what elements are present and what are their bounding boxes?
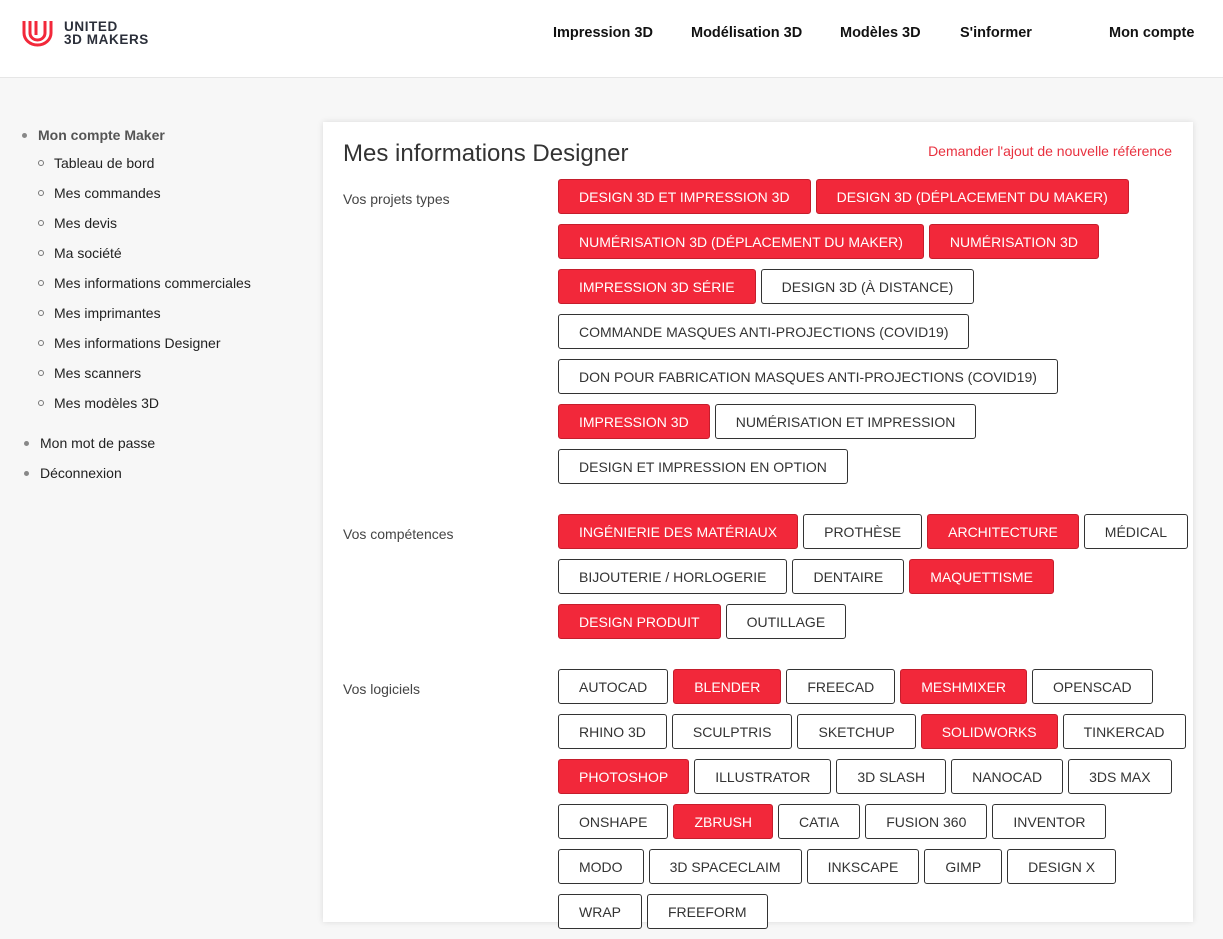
- sidebar-item-ma-societe[interactable]: Ma société: [38, 245, 122, 261]
- tag-row: NUMÉRISATION 3D (DÉPLACEMENT DU MAKER) NU…: [558, 224, 1178, 259]
- tag-solidworks[interactable]: SOLIDWORKS: [920, 714, 1058, 749]
- page-title: Mes informations Designer: [343, 140, 629, 167]
- tag-row: IMPRESSION 3D NUMÉRISATION ET IMPRESSION: [558, 404, 1178, 439]
- tag-rhino-3d[interactable]: RHINO 3D: [558, 714, 667, 749]
- tag-design-produit[interactable]: DESIGN PRODUIT: [558, 604, 721, 639]
- tag-design-3d-a-distance[interactable]: DESIGN 3D (À DISTANCE): [760, 269, 975, 304]
- tags-logiciels: AUTOCAD BLENDER FREECAD MESHMIXER OPENSCAD RH…: [558, 669, 1186, 939]
- sidebar-item-mes-commandes[interactable]: Mes commandes: [38, 185, 161, 201]
- tag-gimp[interactable]: GIMP: [924, 849, 1003, 884]
- tag-row: BIJOUTERIE / HORLOGERIE DENTAIRE MAQUETTIS…: [558, 559, 1178, 594]
- tag-inkscape[interactable]: INKSCAPE: [806, 849, 920, 884]
- tag-row: DON POUR FABRICATION MASQUES ANTI-PROJEC…: [558, 359, 1178, 394]
- top-header: UNITED 3D MAKERS Impression 3D Modélisat…: [0, 0, 1223, 78]
- tag-freecad[interactable]: FREECAD: [786, 669, 896, 704]
- tag-medical[interactable]: MÉDICAL: [1083, 514, 1189, 549]
- nav-mon-compte[interactable]: Mon compte: [1109, 25, 1194, 41]
- tag-bijouterie-horlogerie[interactable]: BIJOUTERIE / HORLOGERIE: [558, 559, 788, 594]
- nav-sinformer[interactable]: S'informer: [960, 25, 1032, 41]
- sidebar-heading-mon-compte-maker[interactable]: Mon compte Maker: [22, 127, 165, 143]
- nav-modelisation-3d[interactable]: Modélisation 3D: [691, 25, 802, 41]
- tag-sculptris[interactable]: SCULPTRIS: [671, 714, 793, 749]
- tag-modo[interactable]: MODO: [558, 849, 644, 884]
- tag-row: COMMANDE MASQUES ANTI-PROJECTIONS (COVID…: [558, 314, 1178, 349]
- tag-row: MODO 3D SPACECLAIM INKSCAPE GIMP DESIGN X: [558, 849, 1178, 884]
- tag-numerisation-3d-deplacement-du-maker[interactable]: NUMÉRISATION 3D (DÉPLACEMENT DU MAKER): [558, 224, 924, 259]
- tags-competences: INGÉNIERIE DES MATÉRIAUX PROTHÈSE ARCHITEC…: [558, 514, 1189, 649]
- tag-inventor[interactable]: INVENTOR: [992, 804, 1107, 839]
- section-label-logiciels: Vos logiciels: [343, 681, 421, 697]
- tag-row: IMPRESSION 3D SÉRIE DESIGN 3D (À DISTANCE…: [558, 269, 1178, 304]
- sidebar-item-mes-informations-commerciales[interactable]: Mes informations commerciales: [38, 275, 251, 291]
- sidebar-item-mes-imprimantes[interactable]: Mes imprimantes: [38, 305, 161, 321]
- tag-architecture[interactable]: ARCHITECTURE: [927, 514, 1079, 549]
- main-nav: Impression 3D Modélisation 3D Modèles 3D…: [0, 25, 1223, 43]
- tag-numerisation-3d[interactable]: NUMÉRISATION 3D: [928, 224, 1099, 259]
- request-new-reference-link[interactable]: Demander l'ajout de nouvelle référence: [928, 143, 1172, 159]
- tag-row: AUTOCAD BLENDER FREECAD MESHMIXER OPENSCAD: [558, 669, 1178, 704]
- tag-photoshop[interactable]: PHOTOSHOP: [558, 759, 690, 794]
- tag-row: INGÉNIERIE DES MATÉRIAUX PROTHÈSE ARCHITEC…: [558, 514, 1189, 549]
- tag-design-x[interactable]: DESIGN X: [1007, 849, 1117, 884]
- tag-row: RHINO 3D SCULPTRIS SKETCHUP SOLIDWORKS TINKE…: [558, 714, 1186, 749]
- tag-meshmixer[interactable]: MESHMIXER: [900, 669, 1028, 704]
- tag-tinkercad[interactable]: TINKERCAD: [1062, 714, 1186, 749]
- nav-modeles-3d[interactable]: Modèles 3D: [840, 25, 921, 41]
- nav-impression-3d[interactable]: Impression 3D: [553, 25, 653, 41]
- tag-row: WRAP FREEFORM: [558, 894, 1178, 929]
- sidebar-item-tableau-de-bord[interactable]: Tableau de bord: [38, 155, 154, 171]
- sidebar-item-mes-modeles-3d[interactable]: Mes modèles 3D: [38, 395, 159, 411]
- tag-don-pour-fabrication-masques-anti-projections-covid19[interactable]: DON POUR FABRICATION MASQUES ANTI-PROJEC…: [558, 359, 1058, 394]
- tag-design-et-impression-en-option[interactable]: DESIGN ET IMPRESSION EN OPTION: [558, 449, 848, 484]
- tag-impression-3d-serie[interactable]: IMPRESSION 3D SÉRIE: [558, 269, 756, 304]
- tag-commande-masques-anti-projections-covid19[interactable]: COMMANDE MASQUES ANTI-PROJECTIONS (COVID…: [558, 314, 970, 349]
- tag-maquettisme[interactable]: MAQUETTISME: [909, 559, 1054, 594]
- tag-row: DESIGN 3D ET IMPRESSION 3D DESIGN 3D (DÉP…: [558, 179, 1178, 214]
- tag-nanocad[interactable]: NANOCAD: [951, 759, 1064, 794]
- tag-design-3d-deplacement-du-maker[interactable]: DESIGN 3D (DÉPLACEMENT DU MAKER): [815, 179, 1129, 214]
- tag-onshape[interactable]: ONSHAPE: [558, 804, 669, 839]
- tag-blender[interactable]: BLENDER: [673, 669, 782, 704]
- tag-3d-slash[interactable]: 3D SLASH: [836, 759, 947, 794]
- tag-freeform[interactable]: FREEFORM: [647, 894, 768, 929]
- sidebar-item-deconnexion[interactable]: Déconnexion: [24, 465, 122, 481]
- tag-3d-spaceclaim[interactable]: 3D SPACECLAIM: [648, 849, 802, 884]
- tag-numerisation-et-impression[interactable]: NUMÉRISATION ET IMPRESSION: [714, 404, 977, 439]
- tag-catia[interactable]: CATIA: [778, 804, 861, 839]
- tag-impression-3d[interactable]: IMPRESSION 3D: [558, 404, 710, 439]
- tag-wrap[interactable]: WRAP: [558, 894, 642, 929]
- tag-prothese[interactable]: PROTHÈSE: [803, 514, 923, 549]
- tags-projets: DESIGN 3D ET IMPRESSION 3D DESIGN 3D (DÉP…: [558, 179, 1178, 494]
- tag-3ds-max[interactable]: 3DS MAX: [1068, 759, 1172, 794]
- sidebar-item-mes-scanners[interactable]: Mes scanners: [38, 365, 141, 381]
- tag-fusion-360[interactable]: FUSION 360: [865, 804, 988, 839]
- tag-row: DESIGN PRODUIT OUTILLAGE: [558, 604, 1178, 639]
- designer-info-panel: Mes informations Designer Demander l'ajo…: [323, 122, 1193, 929]
- sidebar-item-mes-devis[interactable]: Mes devis: [38, 215, 117, 231]
- sidebar-item-mon-mot-de-passe[interactable]: Mon mot de passe: [24, 435, 155, 451]
- tag-dentaire[interactable]: DENTAIRE: [792, 559, 905, 594]
- tag-ingenierie-des-materiaux[interactable]: INGÉNIERIE DES MATÉRIAUX: [558, 514, 799, 549]
- tag-design-3d-et-impression-3d[interactable]: DESIGN 3D ET IMPRESSION 3D: [558, 179, 811, 214]
- tag-openscad[interactable]: OPENSCAD: [1032, 669, 1153, 704]
- section-label-projets: Vos projets types: [343, 191, 450, 207]
- tag-zbrush[interactable]: ZBRUSH: [673, 804, 774, 839]
- tag-row: DESIGN ET IMPRESSION EN OPTION: [558, 449, 1178, 484]
- tag-row: ONSHAPE ZBRUSH CATIA FUSION 360 INVENTOR: [558, 804, 1178, 839]
- bullet-dot: [22, 133, 27, 138]
- tag-outillage[interactable]: OUTILLAGE: [725, 604, 847, 639]
- tag-illustrator[interactable]: ILLUSTRATOR: [694, 759, 832, 794]
- tag-sketchup[interactable]: SKETCHUP: [797, 714, 916, 749]
- tag-autocad[interactable]: AUTOCAD: [558, 669, 669, 704]
- section-label-competences: Vos compétences: [343, 526, 454, 542]
- sidebar-item-mes-informations-designer[interactable]: Mes informations Designer: [38, 335, 221, 351]
- tag-row: PHOTOSHOP ILLUSTRATOR 3D SLASH NANOCAD 3DS M…: [558, 759, 1178, 794]
